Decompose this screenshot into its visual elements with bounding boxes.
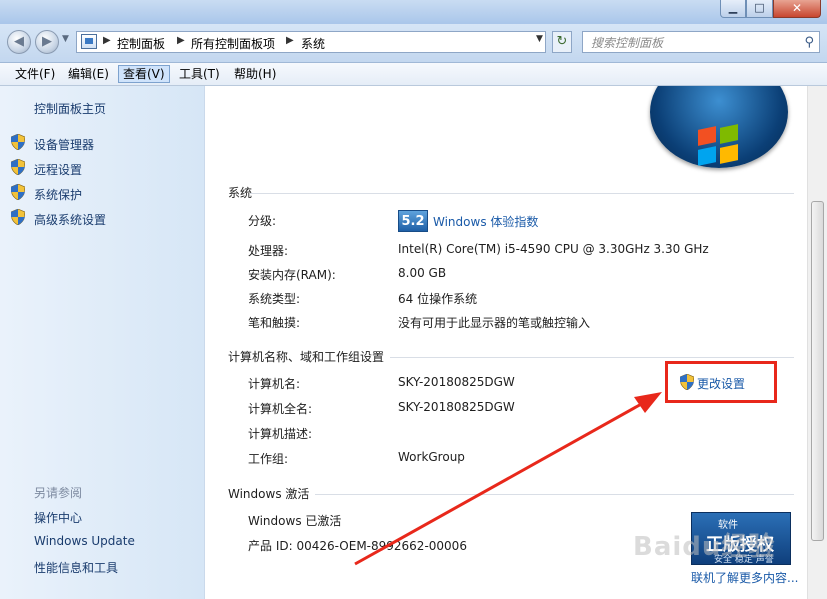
remote-settings-link[interactable]: 远程设置	[34, 161, 82, 178]
menu-bar: 文件(F) 编辑(E) 查看(V) 工具(T) 帮助(H)	[0, 63, 827, 86]
breadcrumb-control-panel[interactable]: 控制面板	[117, 35, 165, 52]
system-section-title: 系统	[228, 186, 253, 200]
learn-more-online-link[interactable]: 联机了解更多内容...	[691, 569, 798, 586]
computer-name-value: SKY-20180825DGW	[398, 375, 515, 389]
minimize-icon: ▁	[728, 1, 738, 14]
search-box[interactable]: ⚲	[582, 31, 820, 53]
address-dropdown-icon[interactable]: ▼	[536, 34, 543, 44]
processor-label: 处理器:	[248, 244, 289, 258]
system-protection-link[interactable]: 系统保护	[34, 186, 82, 203]
breadcrumb-arrow-icon[interactable]: ▶	[103, 35, 111, 46]
uac-shield-icon	[680, 374, 694, 390]
activation-status: Windows 已激活	[248, 514, 342, 528]
menu-edit[interactable]: 编辑(E)	[64, 65, 113, 83]
breadcrumb-all-items[interactable]: 所有控制面板项	[191, 35, 275, 52]
performance-info-link[interactable]: 性能信息和工具	[34, 559, 118, 576]
back-button[interactable]: ◀	[7, 30, 31, 54]
experience-index-link[interactable]: Windows 体验指数	[433, 213, 538, 230]
control-panel-home-link[interactable]: 控制面板主页	[34, 100, 106, 117]
uac-shield-icon	[11, 159, 25, 175]
rating-label: 分级:	[248, 214, 277, 228]
action-center-link[interactable]: 操作中心	[34, 509, 82, 526]
vertical-scrollbar[interactable]	[807, 86, 827, 599]
back-arrow-icon: ◀	[14, 34, 24, 49]
system-type-label: 系统类型:	[248, 292, 301, 306]
task-pane: 控制面板主页 设备管理器 远程设置 系统保护 高级系统设置 另请参阅 操作中心 …	[0, 86, 205, 599]
see-also-heading: 另请参阅	[34, 486, 83, 500]
close-icon: ✕	[791, 1, 803, 15]
watermark-text: Baidu经验	[633, 532, 776, 562]
computer-name-section-title: 计算机名称、域和工作组设置	[228, 350, 385, 364]
forward-button[interactable]: ▶	[35, 30, 59, 54]
computer-description-label: 计算机描述:	[248, 427, 313, 441]
maximize-icon: □	[754, 1, 765, 14]
window-title-bar[interactable]: ▁ □ ✕	[0, 0, 827, 24]
system-type-value: 64 位操作系统	[398, 292, 478, 306]
full-computer-name-label: 计算机全名:	[248, 402, 313, 416]
full-computer-name-value: SKY-20180825DGW	[398, 400, 515, 414]
workgroup-value: WorkGroup	[398, 450, 465, 464]
section-divider	[315, 494, 794, 495]
search-icon[interactable]: ⚲	[804, 35, 814, 50]
change-settings-link[interactable]: 更改设置	[697, 375, 745, 392]
product-id: 产品 ID: 00426-OEM-8992662-00006	[248, 539, 467, 553]
system-properties-panel: 系统 分级: 5.2 Windows 体验指数 处理器: Intel(R) Co…	[205, 86, 807, 599]
address-bar[interactable]: ▶ 控制面板 ▶ 所有控制面板项 ▶ 系统	[76, 31, 546, 53]
activation-section-title: Windows 激活	[228, 487, 310, 501]
scrollbar-thumb[interactable]	[811, 201, 824, 541]
windows-update-link[interactable]: Windows Update	[34, 534, 135, 548]
refresh-button[interactable]: ↻	[552, 31, 572, 53]
device-manager-link[interactable]: 设备管理器	[34, 136, 94, 153]
ram-value: 8.00 GB	[398, 266, 447, 280]
breadcrumb-arrow-icon[interactable]: ▶	[177, 35, 185, 46]
menu-view[interactable]: 查看(V)	[118, 65, 170, 83]
navigation-bar: ◀ ▶ ▼ ▶ 控制面板 ▶ 所有控制面板项 ▶ 系统 ▼ ↻ ⚲	[0, 24, 827, 63]
breadcrumb-arrow-icon[interactable]: ▶	[286, 35, 294, 46]
menu-help[interactable]: 帮助(H)	[230, 65, 280, 83]
section-divider	[390, 357, 794, 358]
refresh-icon: ↻	[556, 34, 568, 49]
control-panel-icon	[81, 34, 97, 49]
search-input[interactable]	[589, 34, 793, 52]
experience-index-badge[interactable]: 5.2	[398, 210, 428, 232]
uac-shield-icon	[11, 209, 25, 225]
windows-logo-icon	[650, 86, 788, 168]
forward-arrow-icon: ▶	[42, 34, 52, 49]
minimize-button[interactable]: ▁	[720, 0, 746, 18]
menu-tools[interactable]: 工具(T)	[175, 65, 224, 83]
workgroup-label: 工作组:	[248, 452, 289, 466]
close-button[interactable]: ✕	[773, 0, 821, 18]
menu-file[interactable]: 文件(F)	[11, 65, 59, 83]
uac-shield-icon	[11, 184, 25, 200]
maximize-button[interactable]: □	[746, 0, 773, 18]
pen-touch-value: 没有可用于此显示器的笔或触控输入	[398, 316, 591, 330]
computer-name-label: 计算机名:	[248, 377, 301, 391]
pen-touch-label: 笔和触摸:	[248, 316, 301, 330]
processor-value: Intel(R) Core(TM) i5-4590 CPU @ 3.30GHz …	[398, 242, 709, 256]
ram-label: 安装内存(RAM):	[248, 268, 336, 282]
advanced-system-settings-link[interactable]: 高级系统设置	[34, 211, 106, 228]
breadcrumb-system[interactable]: 系统	[301, 35, 325, 52]
uac-shield-icon	[11, 134, 25, 150]
recent-pages-chevron-icon[interactable]: ▼	[62, 34, 69, 44]
section-divider	[250, 193, 794, 194]
